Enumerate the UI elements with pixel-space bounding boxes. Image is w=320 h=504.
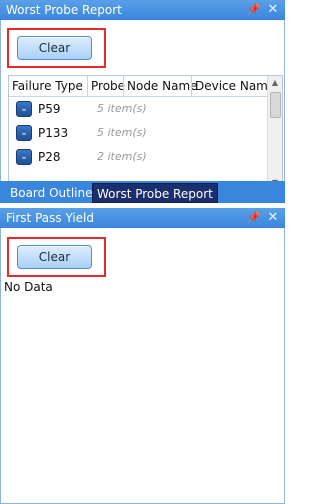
close-icon[interactable]: ✕ [266,0,280,20]
tab-board-outline[interactable]: Board Outline [6,183,97,203]
row-label: P59 [38,102,61,116]
row-count: 5 item(s) [97,102,147,115]
worst-probe-grid: Failure Type Probe Node Name Device Name… [8,75,283,191]
chevron-down-icon[interactable]: ⌄ [16,125,32,141]
no-data-text: No Data [4,280,53,294]
row-count: 2 item(s) [97,150,147,163]
list-item[interactable]: ⌄ P133 5 item(s) [9,121,268,145]
tab-strip: Board Outline Worst Probe Report [0,181,285,203]
clear-highlight: Clear [7,237,106,277]
first-pass-yield-body: Clear No Data [0,228,285,504]
column-header-device-name[interactable]: Device Name [191,76,275,96]
list-item[interactable]: ⌄ P28 2 item(s) [9,145,268,169]
first-pass-yield-header: First Pass Yield 📌 ✕ [0,208,285,228]
list-item[interactable]: ⌄ P59 5 item(s) [9,97,268,121]
close-icon[interactable]: ✕ [266,208,280,228]
worst-probe-header: Worst Probe Report 📌 ✕ [0,0,285,20]
column-header-node-name[interactable]: Node Name [123,76,198,96]
tab-worst-probe-report[interactable]: Worst Probe Report [92,183,218,203]
worst-probe-title: Worst Probe Report [6,3,122,17]
clear-button[interactable]: Clear [17,245,92,269]
chevron-down-icon[interactable]: ⌄ [16,149,32,165]
column-header-failure-type[interactable]: Failure Type [12,76,83,96]
row-count: 5 item(s) [97,126,147,139]
row-label: P133 [38,126,69,140]
grid-header: Failure Type Probe Node Name Device Name [9,76,275,97]
first-pass-yield-title: First Pass Yield [6,211,95,225]
row-label: P28 [38,150,61,164]
clear-button[interactable]: Clear [17,36,92,60]
scroll-up-icon[interactable]: ▲ [268,76,282,90]
pin-icon[interactable]: 📌 [247,0,261,20]
pin-icon[interactable]: 📌 [247,208,261,228]
vertical-scrollbar[interactable]: ▲ ▼ [267,76,282,190]
clear-highlight: Clear [7,28,106,68]
worst-probe-body: Clear Failure Type Probe Node Name Devic… [0,20,285,191]
scroll-thumb[interactable] [270,92,281,118]
column-header-probe[interactable]: Probe [87,76,125,96]
chevron-down-icon[interactable]: ⌄ [16,101,32,117]
